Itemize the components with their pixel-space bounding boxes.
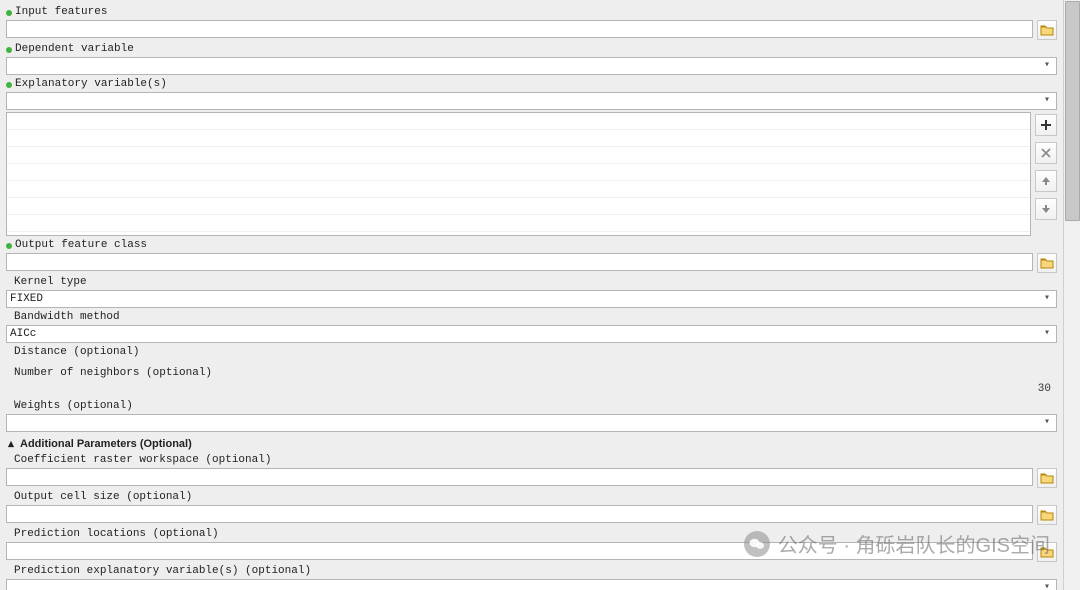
list-item [7, 147, 1030, 164]
explanatory-variables-select[interactable]: ▾ [6, 92, 1057, 110]
num-neighbors-value: 30 [6, 381, 1057, 397]
list-item [7, 130, 1030, 147]
collapse-toggle[interactable]: ▴ [6, 437, 16, 450]
required-dot [6, 47, 12, 53]
output-cell-size-label: Output cell size (optional) [14, 491, 192, 504]
pred-explanatory-vars-select[interactable]: ▾ [6, 579, 1057, 590]
list-item [7, 215, 1030, 232]
prediction-locations-label: Prediction locations (optional) [14, 528, 219, 541]
chevron-down-icon: ▾ [1040, 59, 1054, 73]
kernel-type-select[interactable]: FIXED ▾ [6, 290, 1057, 308]
vertical-scrollbar[interactable] [1063, 0, 1080, 590]
bandwidth-method-select[interactable]: AICc ▾ [6, 325, 1057, 343]
scroll-thumb[interactable] [1065, 1, 1080, 221]
chevron-down-icon: ▾ [1040, 94, 1054, 108]
kernel-type-label: Kernel type [14, 276, 87, 289]
output-feature-class-field[interactable] [6, 253, 1033, 271]
browse-button[interactable] [1037, 468, 1057, 488]
add-button[interactable] [1035, 114, 1057, 136]
distance-value [6, 360, 1057, 364]
form-area: Input features Dependent variable ▾ [0, 0, 1063, 590]
browse-button[interactable] [1037, 505, 1057, 525]
chevron-down-icon: ▾ [1040, 581, 1054, 590]
distance-label: Distance (optional) [14, 346, 139, 359]
input-features-field[interactable] [6, 20, 1033, 38]
browse-button[interactable] [1037, 542, 1057, 562]
browse-button[interactable] [1037, 20, 1057, 40]
coef-raster-ws-label: Coefficient raster workspace (optional) [14, 454, 271, 467]
move-down-button[interactable] [1035, 198, 1057, 220]
explanatory-variables-list[interactable] [6, 112, 1031, 236]
weights-label: Weights (optional) [14, 400, 133, 413]
required-dot [6, 82, 12, 88]
list-item [7, 113, 1030, 130]
input-features-label: Input features [15, 6, 107, 19]
chevron-down-icon: ▾ [1040, 327, 1054, 341]
chevron-down-icon: ▾ [1040, 292, 1054, 306]
chevron-down-icon: ▾ [1040, 416, 1054, 430]
dependent-variable-select[interactable]: ▾ [6, 57, 1057, 75]
remove-button[interactable] [1035, 142, 1057, 164]
list-item [7, 181, 1030, 198]
move-up-button[interactable] [1035, 170, 1057, 192]
explanatory-variables-label: Explanatory variable(s) [15, 78, 167, 91]
bandwidth-method-label: Bandwidth method [14, 311, 120, 324]
num-neighbors-label: Number of neighbors (optional) [14, 367, 212, 380]
browse-button[interactable] [1037, 253, 1057, 273]
weights-select[interactable]: ▾ [6, 414, 1057, 432]
dependent-variable-label: Dependent variable [15, 43, 134, 56]
required-dot [6, 243, 12, 249]
pred-explanatory-vars-label: Prediction explanatory variable(s) (opti… [14, 565, 311, 578]
list-item [7, 164, 1030, 181]
coef-raster-ws-field[interactable] [6, 468, 1033, 486]
required-dot [6, 10, 12, 16]
list-item [7, 198, 1030, 215]
output-feature-class-label: Output feature class [15, 239, 147, 252]
additional-parameters-header: Additional Parameters (Optional) [20, 438, 192, 450]
prediction-locations-field[interactable] [6, 542, 1033, 560]
output-cell-size-field[interactable] [6, 505, 1033, 523]
